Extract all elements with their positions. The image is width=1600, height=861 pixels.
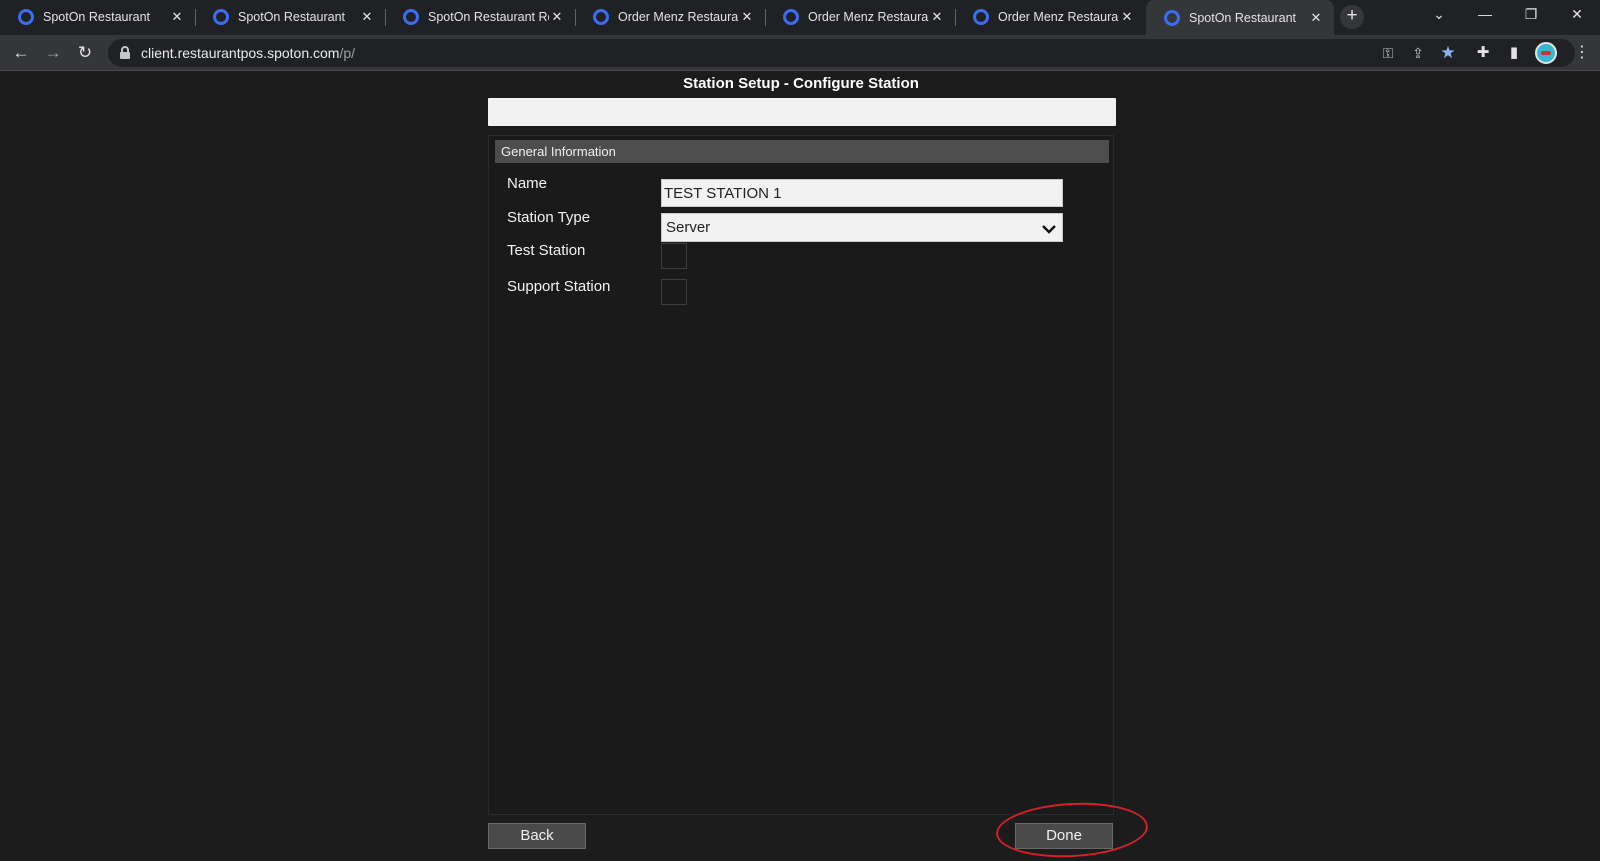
- forward-arrow-icon[interactable]: →: [41, 41, 65, 65]
- close-icon[interactable]: ✕: [1308, 10, 1324, 26]
- window-close-icon[interactable]: ✕: [1554, 0, 1600, 30]
- bookmark-star-icon[interactable]: ★: [1438, 43, 1458, 63]
- tab-title: Order Menz Restaurant: [998, 10, 1119, 24]
- done-button[interactable]: Done: [1015, 823, 1113, 849]
- tab-title: Order Menz Restaurant: [618, 10, 739, 24]
- close-icon[interactable]: ✕: [549, 9, 565, 25]
- browser-tab[interactable]: SpotOn Restaurant ✕: [0, 0, 195, 34]
- spoton-favicon-icon: [213, 9, 229, 25]
- close-icon[interactable]: ✕: [359, 9, 375, 25]
- browser-tab[interactable]: SpotOn Restaurant ✕: [195, 0, 385, 34]
- test-station-checkbox[interactable]: [661, 243, 687, 269]
- close-icon[interactable]: ✕: [1119, 9, 1135, 25]
- spoton-favicon-icon: [403, 9, 419, 25]
- chevron-down-icon: [1042, 225, 1056, 234]
- configure-station-panel: General Information Name Station Type Se…: [488, 135, 1114, 815]
- station-type-value: Server: [666, 219, 711, 236]
- support-station-checkbox[interactable]: [661, 279, 687, 305]
- extensions-puzzle-icon[interactable]: ✚: [1471, 41, 1495, 65]
- back-arrow-icon[interactable]: ←: [9, 41, 33, 65]
- address-bar[interactable]: client.restaurantpos.spoton.com/p/ ⚿ ⇪ ★: [108, 39, 1575, 67]
- tab-title: SpotOn Restaurant: [43, 10, 151, 24]
- profile-avatar[interactable]: [1535, 42, 1557, 64]
- url-domain: client.restaurantpos.spoton.com: [141, 45, 340, 61]
- tab-search-chevron-icon[interactable]: ⌄: [1416, 0, 1462, 30]
- tab-title: SpotOn Restaurant Rep: [428, 10, 549, 24]
- restore-icon[interactable]: ❐: [1508, 0, 1554, 30]
- spoton-favicon-icon: [783, 9, 799, 25]
- url-path: /p/: [339, 45, 356, 61]
- new-tab-button[interactable]: +: [1340, 5, 1364, 29]
- top-banner-bar: [488, 98, 1116, 126]
- close-icon[interactable]: ✕: [739, 9, 755, 25]
- support-station-label: Support Station: [507, 278, 611, 295]
- browser-tab[interactable]: Order Menz Restaurant ✕: [575, 0, 765, 34]
- spoton-favicon-icon: [1164, 9, 1180, 26]
- name-input[interactable]: [661, 179, 1063, 207]
- close-icon[interactable]: ✕: [929, 9, 945, 25]
- page-title: Station Setup - Configure Station: [683, 75, 919, 92]
- close-icon[interactable]: ✕: [169, 9, 185, 25]
- tab-title: SpotOn Restaurant: [1189, 10, 1297, 25]
- browser-tab-strip: SpotOn Restaurant ✕ SpotOn Restaurant ✕ …: [0, 0, 1600, 35]
- browser-tab-active[interactable]: SpotOn Restaurant ✕: [1146, 0, 1334, 35]
- key-icon[interactable]: ⚿: [1378, 43, 1398, 63]
- back-button[interactable]: Back: [488, 823, 586, 849]
- test-station-label: Test Station: [507, 242, 586, 259]
- tab-title: Order Menz Restaurant: [808, 10, 929, 24]
- minimize-icon[interactable]: —: [1462, 0, 1508, 30]
- reload-icon[interactable]: ↻: [73, 41, 97, 65]
- name-label: Name: [507, 175, 548, 192]
- url-text: client.restaurantpos.spoton.com/p/: [141, 45, 355, 61]
- side-panel-icon[interactable]: ▮: [1502, 41, 1526, 65]
- station-type-select[interactable]: Server: [661, 213, 1063, 242]
- spoton-favicon-icon: [18, 9, 34, 25]
- browser-tab[interactable]: Order Menz Restaurant ✕: [765, 0, 955, 34]
- tab-title: SpotOn Restaurant: [238, 10, 346, 24]
- spoton-favicon-icon: [593, 9, 609, 25]
- station-type-label: Station Type: [507, 209, 591, 226]
- lock-icon: [120, 46, 130, 59]
- browser-tab[interactable]: Order Menz Restaurant ✕: [955, 0, 1145, 34]
- browser-toolbar: ← → ↻ client.restaurantpos.spoton.com/p/…: [0, 35, 1600, 71]
- browser-tab[interactable]: SpotOn Restaurant Rep ✕: [385, 0, 575, 34]
- section-header-general-information: General Information: [495, 140, 1109, 163]
- share-icon[interactable]: ⇪: [1408, 43, 1428, 63]
- spoton-favicon-icon: [973, 9, 989, 25]
- menu-kebab-icon[interactable]: ⋮: [1574, 42, 1590, 64]
